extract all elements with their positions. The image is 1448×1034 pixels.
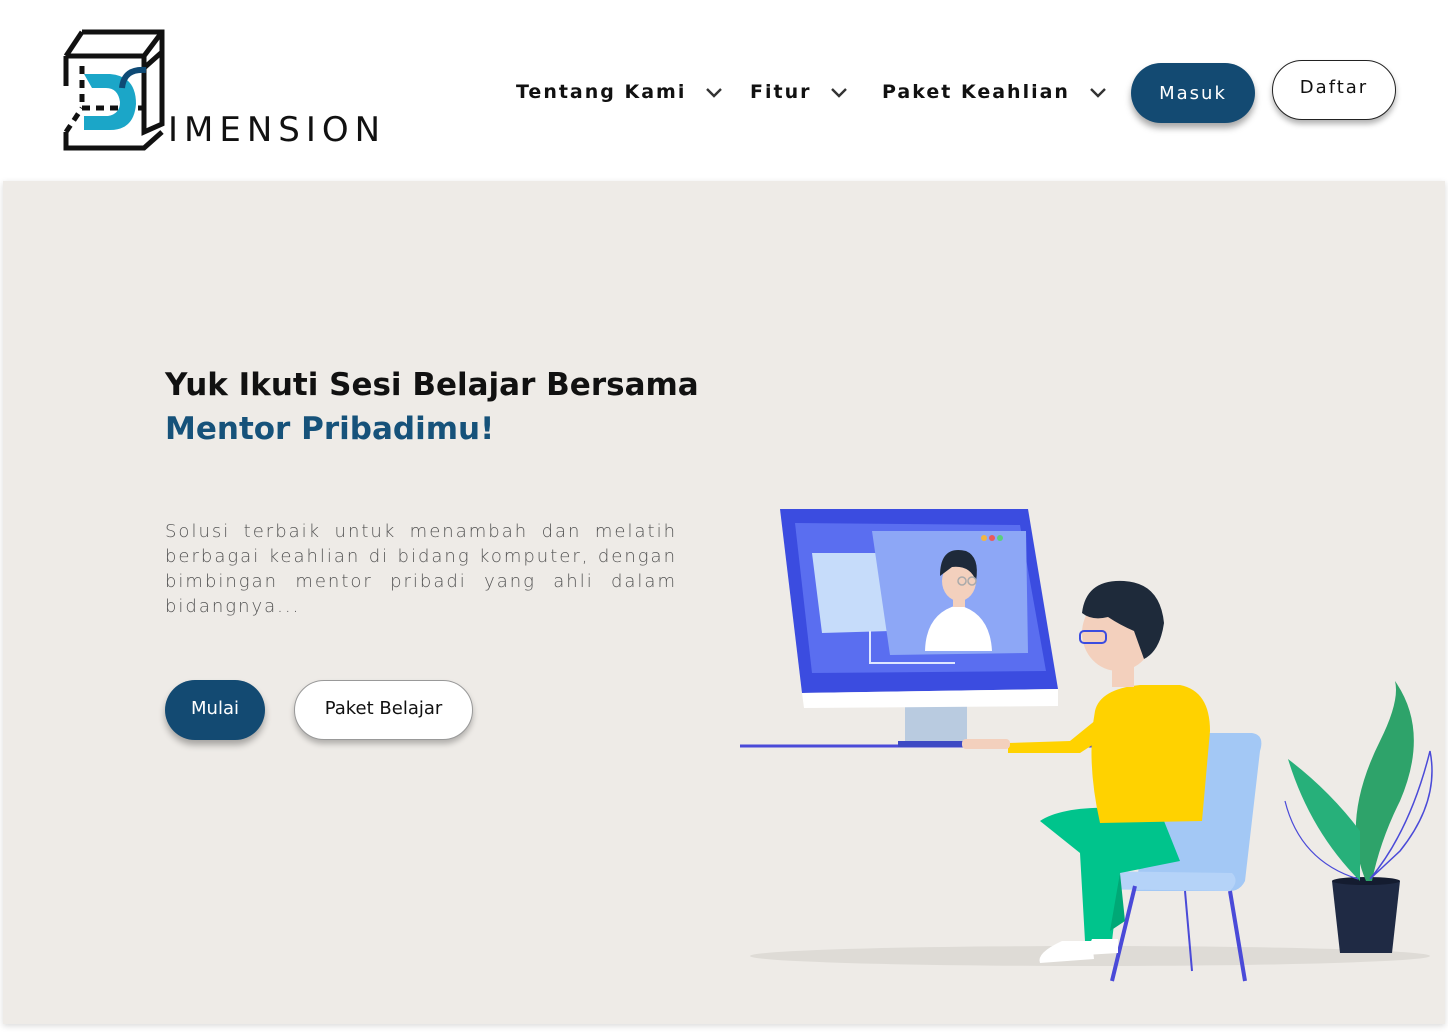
nav-label: Fitur — [750, 81, 812, 103]
hero-title-line1: Yuk Ikuti Sesi Belajar Bersama — [165, 367, 699, 403]
nav-label: Paket Keahlian — [882, 81, 1070, 103]
chevron-down-icon — [706, 88, 723, 98]
chevron-down-icon — [831, 88, 848, 98]
brand-name: IMENSION — [168, 110, 387, 150]
hero-title-accent: Mentor Pribadimu! — [165, 411, 495, 447]
nav-label: Tentang Kami — [516, 81, 687, 103]
learning-package-button[interactable]: Paket Belajar — [294, 680, 473, 740]
site-header: IMENSION Tentang Kami Fitur Paket Keahli… — [0, 0, 1448, 180]
dimension-logo-icon — [63, 29, 165, 151]
brand-logo[interactable]: IMENSION — [62, 28, 402, 154]
nav-item-fitur[interactable]: Fitur — [750, 78, 849, 106]
login-button[interactable]: Masuk — [1131, 63, 1255, 123]
register-button[interactable]: Daftar — [1272, 60, 1396, 120]
hero-title: Yuk Ikuti Sesi Belajar Bersama Mentor Pr… — [165, 363, 699, 451]
chevron-down-icon — [1090, 88, 1106, 98]
hero-description: Solusi terbaik untuk menambah dan melati… — [165, 521, 677, 617]
online-mentoring-illustration — [740, 509, 1433, 982]
nav-item-paket-keahlian[interactable]: Paket Keahlian — [882, 78, 1108, 106]
hero-section: Yuk Ikuti Sesi Belajar Bersama Mentor Pr… — [3, 181, 1445, 1024]
nav-item-tentang-kami[interactable]: Tentang Kami — [516, 78, 724, 106]
start-button[interactable]: Mulai — [165, 680, 265, 740]
